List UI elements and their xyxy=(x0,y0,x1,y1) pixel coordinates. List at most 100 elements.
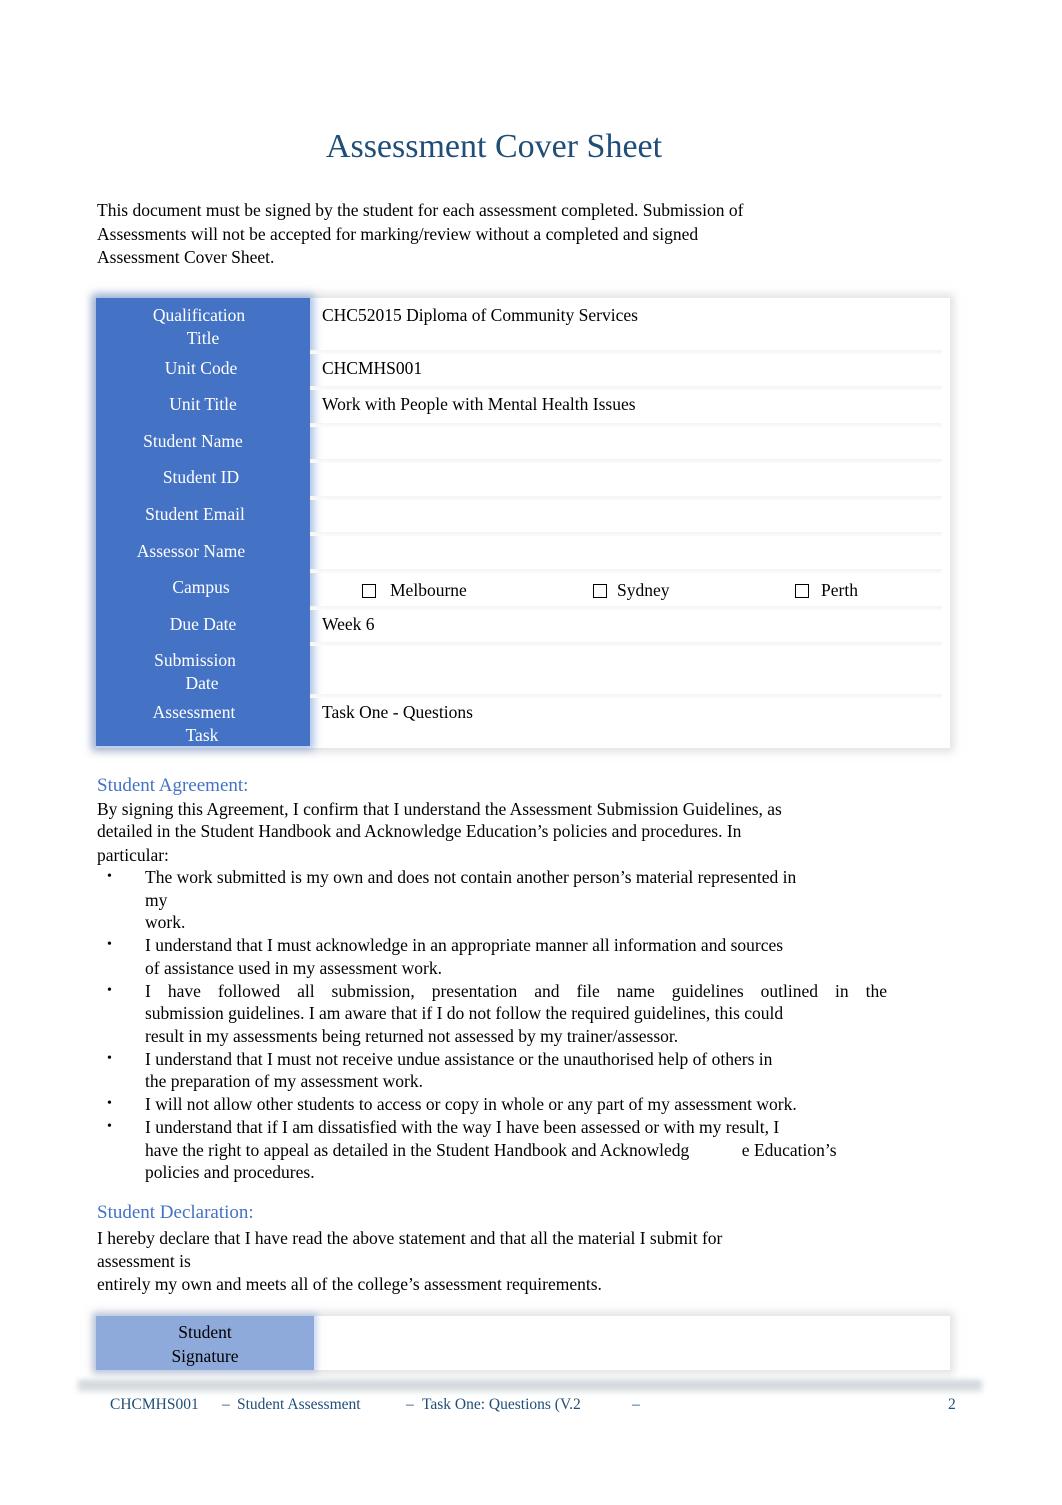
list-item: • I understand that I must acknowledge i… xyxy=(97,934,942,979)
checkbox-empty-icon[interactable] xyxy=(593,583,607,598)
bullet-line: I will not allow other students to acces… xyxy=(145,1094,797,1114)
student-signature-field[interactable] xyxy=(322,1322,938,1364)
assessor-name-field[interactable] xyxy=(322,540,922,563)
footer-divider xyxy=(78,1380,982,1392)
label-line: Student xyxy=(178,1322,232,1342)
bullet-icon: • xyxy=(107,937,112,952)
row-divider xyxy=(310,496,942,500)
row-label: Unit Code xyxy=(164,358,238,378)
signature-table: Student Signature xyxy=(96,1316,950,1370)
row-divider xyxy=(310,642,942,646)
campus-option-label: Perth xyxy=(821,580,858,600)
footer-separator: – xyxy=(222,1396,230,1413)
student-email-field[interactable] xyxy=(322,503,922,526)
bullet-icon: • xyxy=(107,1119,112,1134)
bullet-line: I understand that if I am dissatisfied w… xyxy=(145,1117,780,1137)
list-item: • I have followed all submission, presen… xyxy=(97,980,942,1048)
bullet-line: policies and procedures. xyxy=(145,1162,315,1182)
agreement-intro-line: detailed in the Student Handbook and Ack… xyxy=(97,821,742,841)
row-label: Qualification Title xyxy=(96,304,302,350)
label-line: Task xyxy=(185,725,219,745)
student-signature-label: Student Signature xyxy=(96,1316,314,1370)
row-divider xyxy=(310,350,942,354)
submission-date-field[interactable] xyxy=(322,649,922,689)
student-id-field[interactable] xyxy=(322,466,922,489)
row-label: Student Email xyxy=(145,504,245,524)
row-label: Unit Title xyxy=(169,394,237,414)
footer-doc-type: Student Assessment xyxy=(237,1396,361,1413)
student-declaration-heading: Student Declaration: xyxy=(97,1202,254,1223)
declaration-line: entirely my own and meets all of the col… xyxy=(97,1274,602,1294)
list-item: • I understand that I must not receive u… xyxy=(97,1048,942,1093)
footer-separator: – xyxy=(406,1396,414,1413)
list-item: • I will not allow other students to acc… xyxy=(97,1093,942,1116)
bullet-line: submission guidelines. I am aware that i… xyxy=(145,1003,784,1023)
campus-option-melbourne[interactable]: Melbourne xyxy=(362,579,467,602)
agreement-intro: By signing this Agreement, I confirm tha… xyxy=(97,798,887,866)
unit-title-value[interactable]: Work with People with Mental Health Issu… xyxy=(322,393,636,416)
qualification-title-value[interactable]: CHC52015 Diploma of Community Services xyxy=(322,304,638,327)
row-divider xyxy=(310,459,942,463)
row-divider xyxy=(310,423,942,427)
row-divider xyxy=(310,386,942,390)
student-agreement-heading: Student Agreement: xyxy=(97,775,249,796)
unit-code-value[interactable]: CHCMHS001 xyxy=(322,357,422,380)
declaration-text: I hereby declare that I have read the ab… xyxy=(97,1227,887,1296)
checkbox-empty-icon[interactable] xyxy=(362,583,376,598)
bullet-line: the preparation of my assessment work. xyxy=(145,1071,423,1091)
row-label: Assessment Task xyxy=(96,701,302,747)
bullet-line: I understand that I must acknowledge in … xyxy=(145,935,784,955)
label-line: Submission xyxy=(154,650,236,670)
footer-separator: – xyxy=(632,1396,640,1413)
row-divider xyxy=(310,532,942,536)
agreement-intro-line: particular: xyxy=(97,845,169,865)
bullet-line: of assistance used in my assessment work… xyxy=(145,957,442,978)
bullet-line: have the right to appeal as detailed in … xyxy=(145,1139,837,1160)
bullet-icon: • xyxy=(107,982,112,998)
page-number: 2 xyxy=(948,1396,956,1413)
footer-unit-code: CHCMHS001 xyxy=(110,1396,199,1413)
row-divider xyxy=(310,694,942,698)
campus-option-label: Melbourne xyxy=(390,580,467,600)
due-date-value[interactable]: Week 6 xyxy=(322,613,375,636)
campus-option-label: Sydney xyxy=(617,580,670,600)
declaration-line: I hereby declare that I have read the ab… xyxy=(97,1228,723,1248)
footer-task: Task One: Questions (V.2 xyxy=(422,1396,581,1413)
row-label: Due Date xyxy=(169,614,237,634)
bullet-icon: • xyxy=(107,1096,112,1111)
bullet-line: work. xyxy=(145,912,186,932)
bullet-line: my xyxy=(145,889,168,910)
intro-paragraph: This document must be signed by the stud… xyxy=(97,199,837,270)
bullet-line: I understand that I must not receive und… xyxy=(145,1048,773,1069)
row-label: Assessor Name xyxy=(136,541,246,561)
bullet-line: The work submitted is my own and does no… xyxy=(145,867,797,887)
bullet-line: I have followed all submission, presenta… xyxy=(145,980,887,1001)
assessment-task-value[interactable]: Task One - Questions xyxy=(322,701,473,724)
row-label: Submission Date xyxy=(96,649,302,695)
cover-sheet-table: Qualification Title CHC52015 Diploma of … xyxy=(96,298,950,748)
page-title: Assessment Cover Sheet xyxy=(325,128,663,165)
agreement-intro-line: By signing this Agreement, I confirm tha… xyxy=(97,799,782,819)
student-name-field[interactable] xyxy=(322,430,922,453)
label-line: Title xyxy=(186,328,220,348)
campus-option-perth[interactable]: Perth xyxy=(795,579,858,602)
bullet-icon: • xyxy=(107,869,112,884)
intro-line: Assessment Cover Sheet. xyxy=(97,247,275,267)
intro-line: This document must be signed by the stud… xyxy=(97,200,744,220)
checkbox-empty-icon[interactable] xyxy=(795,583,809,598)
list-item: • The work submitted is my own and does … xyxy=(97,866,942,934)
label-line: Signature xyxy=(171,1346,239,1366)
row-label: Student Name xyxy=(143,431,243,451)
label-line: Assessment xyxy=(152,702,236,722)
label-line: Date xyxy=(185,673,219,693)
intro-line: Assessments will not be accepted for mar… xyxy=(97,223,699,244)
agreement-bullet-list: • The work submitted is my own and does … xyxy=(97,866,942,1184)
row-divider xyxy=(310,569,942,573)
row-label: Student ID xyxy=(162,467,240,487)
bullet-line: result in my assessments being returned … xyxy=(145,1025,679,1046)
bullet-icon: • xyxy=(107,1050,112,1066)
label-line: Qualification xyxy=(152,305,246,325)
campus-option-sydney[interactable]: Sydney xyxy=(593,579,670,602)
row-label: Campus xyxy=(172,577,230,597)
declaration-line: assessment is xyxy=(97,1251,191,1271)
